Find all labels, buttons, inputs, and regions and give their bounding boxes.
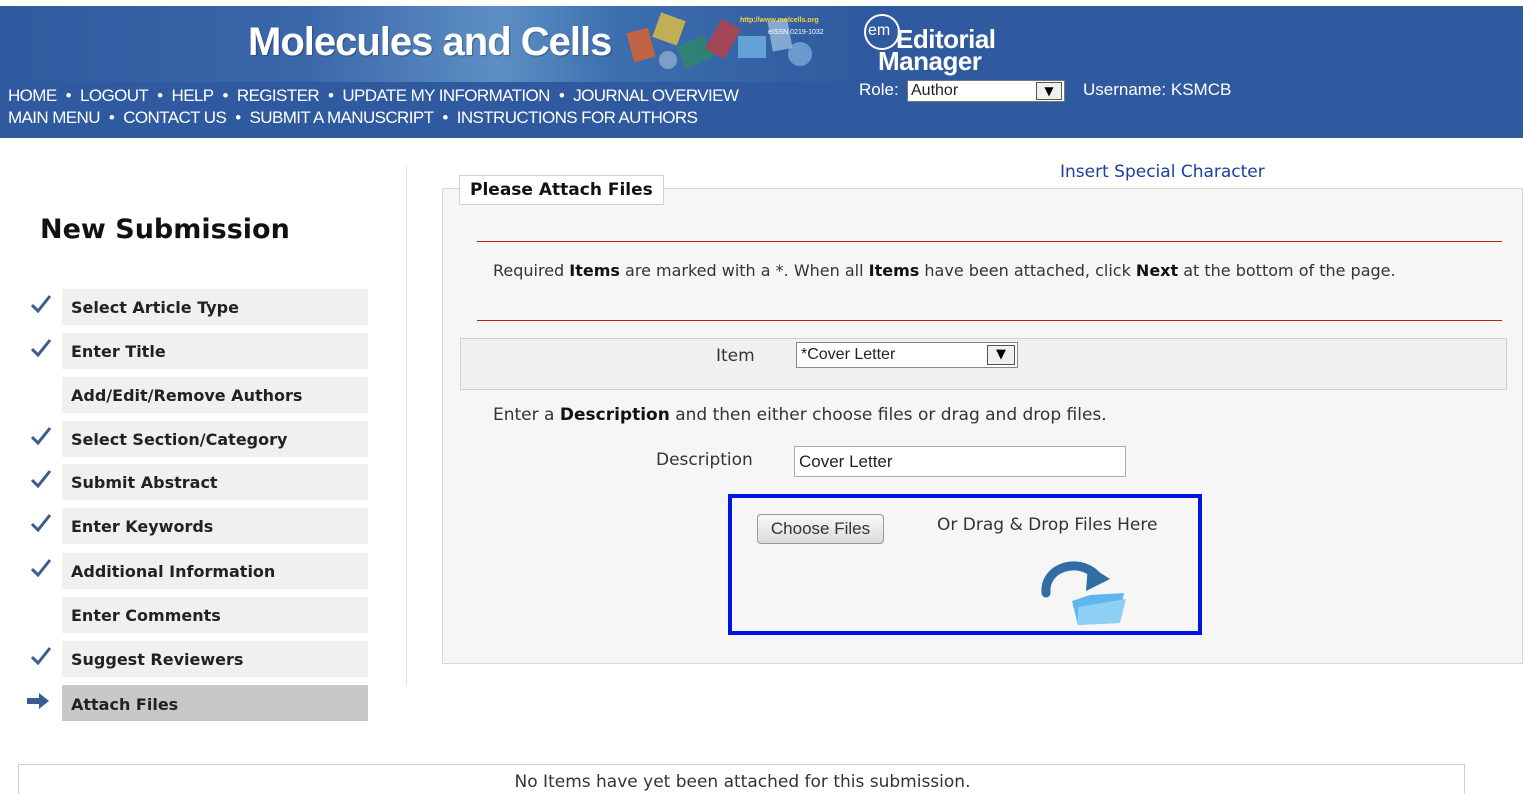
- item-label: Item: [716, 346, 755, 366]
- folder-upload-icon: [1041, 561, 1126, 625]
- journal-issn: eISSN 0219-1032: [768, 29, 824, 36]
- nav-instructions-for-authors[interactable]: INSTRUCTIONS FOR AUTHORS: [457, 108, 698, 127]
- checkmark-icon: [30, 514, 52, 533]
- nav-separator: •: [235, 108, 241, 127]
- sidebar-item-submit-abstract[interactable]: Submit Abstract: [62, 464, 368, 500]
- journal-title: Molecules and Cells: [248, 20, 612, 64]
- nav-separator: •: [157, 86, 163, 105]
- checkmark-icon: [30, 295, 52, 314]
- nav-separator: •: [222, 86, 229, 105]
- nav-logout[interactable]: LOGOUT: [80, 86, 149, 105]
- header-bar: Molecules and Cells http://www.molcells.…: [0, 6, 1523, 138]
- sidebar-item-label: Enter Comments: [71, 606, 221, 625]
- sidebar-item-enter-title[interactable]: Enter Title: [62, 333, 368, 369]
- nav-update-my-information[interactable]: UPDATE MY INFORMATION: [342, 86, 550, 105]
- checkmark-icon: [30, 647, 52, 666]
- nav-submit-a-manuscript[interactable]: SUBMIT A MANUSCRIPT: [250, 108, 434, 127]
- sidebar-item-label: Enter Keywords: [71, 517, 214, 536]
- nav-separator: •: [558, 86, 565, 105]
- divider-line: [477, 241, 1502, 242]
- sidebar-item-additional-information[interactable]: Additional Information: [62, 553, 368, 589]
- chevron-down-icon[interactable]: ▼: [1036, 82, 1062, 100]
- em-logo-line2: Manager: [878, 46, 982, 76]
- item-type-value: *Cover Letter: [801, 346, 896, 363]
- sidebar-item-label: Select Section/Category: [71, 430, 288, 449]
- role-label: Role:: [859, 80, 899, 99]
- checkmark-icon: [30, 427, 52, 446]
- nav-separator: •: [108, 108, 115, 127]
- sidebar-item-suggest-reviewers[interactable]: Suggest Reviewers: [62, 641, 368, 677]
- arrow-right-icon: [27, 693, 49, 709]
- drag-drop-label: Or Drag & Drop Files Here: [937, 515, 1158, 535]
- choose-files-button[interactable]: Choose Files: [757, 514, 884, 544]
- nav-contact-us[interactable]: CONTACT US: [123, 108, 227, 127]
- nav-home[interactable]: HOME: [8, 86, 57, 105]
- sidebar-item-select-section-category[interactable]: Select Section/Category: [62, 421, 368, 457]
- role-value: Author: [911, 82, 959, 99]
- sidebar-item-select-article-type[interactable]: Select Article Type: [62, 289, 368, 325]
- nav-separator: •: [328, 86, 334, 105]
- no-items-message: No Items have yet been attached for this…: [514, 772, 971, 792]
- divider-line: [477, 320, 1502, 321]
- sidebar-title: New Submission: [40, 214, 290, 245]
- item-type-select[interactable]: *Cover Letter ▼: [796, 342, 1018, 368]
- sidebar-item-attach-files[interactable]: Attach Files: [62, 685, 368, 721]
- nav-help[interactable]: HELP: [172, 86, 215, 105]
- description-instructions: Enter a Description and then either choo…: [493, 405, 1107, 425]
- nav-register[interactable]: REGISTER: [237, 86, 320, 105]
- description-field[interactable]: [794, 446, 1126, 477]
- nav-journal-overview[interactable]: JOURNAL OVERVIEW: [573, 86, 739, 105]
- nav-separator: •: [65, 86, 72, 105]
- checkmark-icon: [30, 339, 52, 358]
- checkmark-icon: [30, 559, 52, 578]
- sidebar-divider: [406, 166, 407, 686]
- role-select[interactable]: Author ▼: [907, 80, 1065, 102]
- sidebar-item-enter-comments[interactable]: Enter Comments: [62, 597, 368, 633]
- nav-separator: •: [442, 108, 448, 127]
- sidebar-item-label: Suggest Reviewers: [71, 650, 244, 669]
- sidebar-item-label: Select Article Type: [71, 298, 239, 317]
- checkmark-icon: [30, 470, 52, 489]
- sidebar-item-enter-keywords[interactable]: Enter Keywords: [62, 508, 368, 544]
- sidebar-item-add-edit-remove-authors[interactable]: Add/Edit/Remove Authors: [62, 377, 368, 413]
- sidebar-item-label: Additional Information: [71, 562, 276, 581]
- chevron-down-icon[interactable]: ▼: [987, 345, 1015, 365]
- sidebar-item-label: Attach Files: [71, 695, 179, 714]
- nav-main-menu[interactable]: MAIN MENU: [8, 108, 100, 127]
- em-logo-mark: em: [868, 22, 891, 39]
- sidebar-item-label: Add/Edit/Remove Authors: [71, 386, 303, 405]
- journal-url: http://www.molcells.org: [740, 17, 819, 24]
- attached-items-box: No Items have yet been attached for this…: [18, 764, 1465, 794]
- panel-title: Please Attach Files: [459, 175, 664, 205]
- editorial-manager-logo: em Editorial Manager: [862, 10, 1002, 76]
- description-label: Description: [656, 450, 753, 470]
- sidebar-item-label: Enter Title: [71, 342, 166, 361]
- username-display: Username: KSMCB: [1083, 80, 1232, 99]
- journal-banner: Molecules and Cells http://www.molcells.…: [0, 6, 860, 82]
- sidebar-item-label: Submit Abstract: [71, 473, 218, 492]
- top-nav-row-2: MAIN MENU • CONTACT US • SUBMIT A MANUSCRIPT…: [8, 108, 698, 128]
- insert-special-character-link[interactable]: Insert Special Character: [1060, 162, 1265, 182]
- required-items-instructions: Required Items are marked with a *. When…: [493, 261, 1396, 280]
- top-nav-row-1: HOME • LOGOUT • HELP • REGISTER • UPDATE MY INFO…: [8, 86, 739, 106]
